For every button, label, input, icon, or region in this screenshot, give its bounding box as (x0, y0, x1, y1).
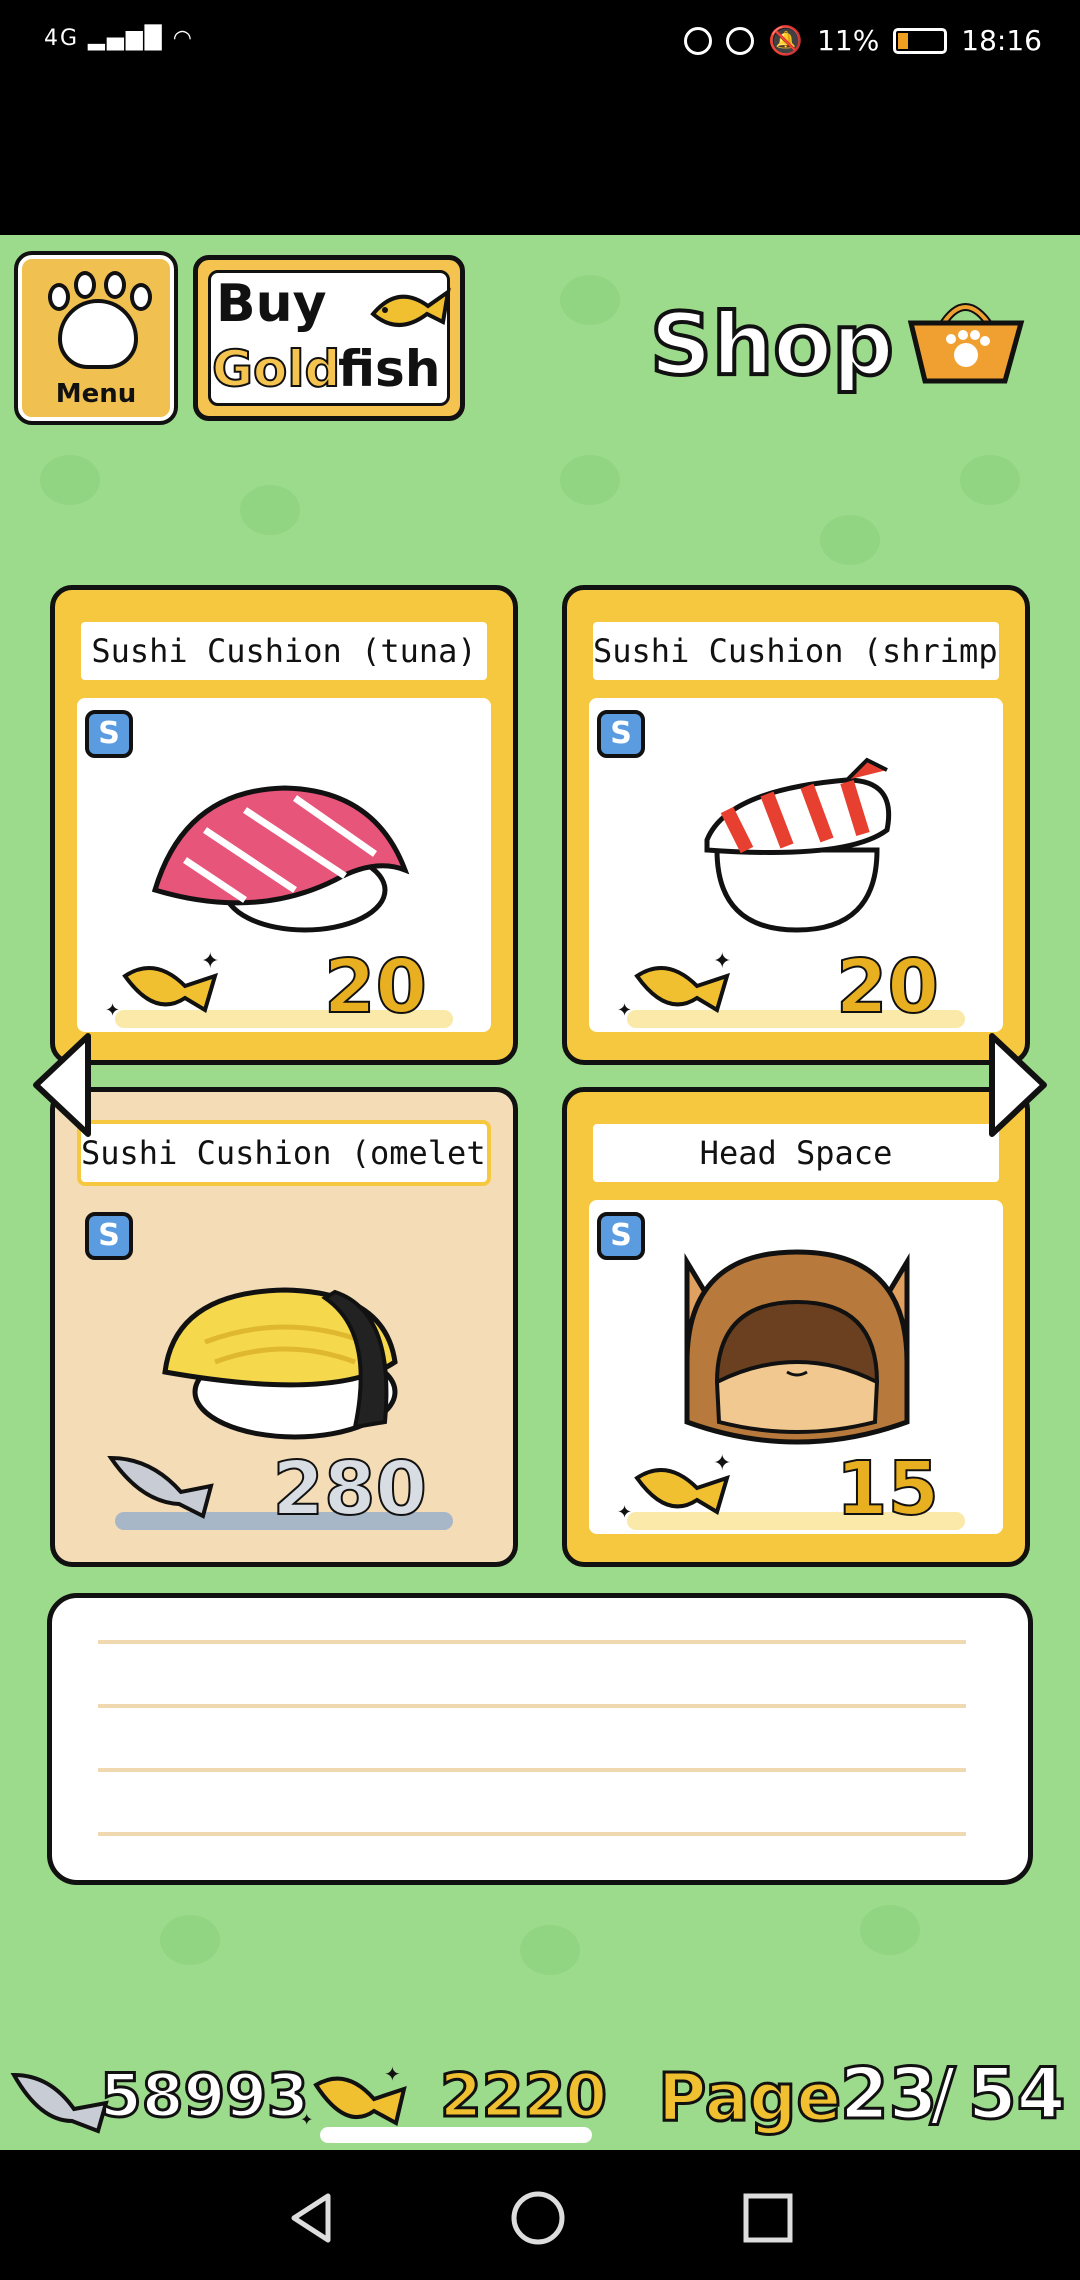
basket-icon (907, 303, 1025, 384)
signal-wifi-icons: 4G ▂▄▆█ ◠ (44, 26, 194, 51)
svg-text:✦: ✦ (300, 2110, 313, 2129)
silver-fish-icon (10, 2072, 109, 2134)
paw-pattern-icon (240, 485, 300, 535)
network-type: 4G (44, 26, 80, 51)
s-badge-icon: S (85, 710, 133, 758)
paw-toe-icon (48, 283, 70, 311)
buy-gold-fish-button[interactable]: Buy Gold fish (193, 255, 465, 421)
eye-icon (684, 26, 713, 55)
gold-fish-icon: ✦ ✦ (105, 949, 219, 1021)
item-description-box (47, 1593, 1033, 1885)
item-price: 15 (835, 1445, 940, 1533)
item-card-tuna[interactable]: Sushi Cushion (tuna) S ✦ ✦ 20 (50, 585, 518, 1065)
head-space-icon (684, 1249, 910, 1445)
s-badge-icon: S (597, 710, 645, 758)
svg-text:✦: ✦ (713, 1451, 731, 1476)
wifi-icon: ◠ (172, 26, 194, 51)
paw-pattern-icon (820, 515, 880, 565)
back-icon[interactable] (282, 2188, 342, 2248)
page-label: Page (656, 2058, 842, 2138)
item-card-head-space[interactable]: Head Space S ✦ ✦ 15 (562, 1087, 1030, 1567)
previous-page-arrow-icon[interactable] (28, 1030, 94, 1140)
shrimp-cushion-icon (704, 757, 892, 933)
svg-text:✦: ✦ (384, 2062, 401, 2086)
paw-pattern-icon (160, 1915, 220, 1965)
svg-text:✦: ✦ (617, 1502, 632, 1523)
clock: 18:16 (961, 24, 1042, 57)
paw-pattern-icon (560, 455, 620, 505)
paw-pattern-icon (960, 455, 1020, 505)
note-line (98, 1832, 966, 1836)
shop-screen: Menu Buy Gold fish Shop Sushi Cushion (t… (0, 235, 1080, 2150)
silver-fish-count: 58993 (99, 2060, 311, 2133)
item-name: Sushi Cushion (tuna) (77, 618, 491, 684)
svg-text:✦: ✦ (201, 949, 219, 974)
system-nav-bar (0, 2150, 1080, 2280)
item-name: Sushi Cushion (shrimp) (589, 618, 1003, 684)
omelet-cushion-icon (162, 1287, 398, 1440)
paw-toe-icon (74, 271, 96, 299)
page-separator: / (929, 2052, 958, 2137)
alarm-icon (726, 26, 755, 55)
tuna-cushion-icon (151, 785, 410, 933)
battery-icon (893, 27, 948, 54)
next-page-arrow-icon[interactable] (986, 1030, 1052, 1140)
note-line (98, 1704, 966, 1708)
battery-percent: 11% (817, 24, 880, 57)
gold-fish-icon (370, 287, 451, 327)
paw-toe-icon (104, 271, 126, 299)
status-bar: 4G ▂▄▆█ ◠ 🔕 11% 18:16 (0, 0, 1080, 235)
paw-pattern-icon (520, 1925, 580, 1975)
buy-label: Buy (216, 274, 327, 334)
paw-pattern-icon (560, 275, 620, 325)
item-price: 20 (835, 943, 940, 1031)
fish-label: fish (338, 340, 441, 398)
item-name: Sushi Cushion (omelet) (77, 1120, 491, 1186)
paw-pattern-icon (40, 455, 100, 505)
svg-text:✦: ✦ (617, 1000, 632, 1021)
item-card-shrimp[interactable]: Sushi Cushion (shrimp) S ✦ ✦ 20 (562, 585, 1030, 1065)
s-badge-icon: S (597, 1212, 645, 1260)
recents-icon[interactable] (738, 2188, 798, 2248)
gold-fish-icon: ✦ ✦ (617, 949, 731, 1021)
menu-label: Menu (55, 379, 137, 409)
s-badge-icon: S (85, 1212, 133, 1260)
gold-fish-icon: ✦ ✦ (617, 1451, 731, 1523)
note-line (98, 1768, 966, 1772)
page-current: 23 (838, 2052, 938, 2137)
signal-icon: ▂▄▆█ (88, 26, 164, 51)
gold-fish-count: 2220 (439, 2060, 609, 2133)
page-title: Shop (648, 293, 896, 397)
item-name: Head Space (589, 1120, 1003, 1186)
paw-pattern-icon (860, 1905, 920, 1955)
item-price: 20 (323, 943, 428, 1031)
svg-text:✦: ✦ (105, 1000, 120, 1021)
gold-fish-icon: ✦ ✦ (300, 2062, 407, 2129)
silver-fish-icon (107, 1455, 214, 1519)
gold-label: Gold (211, 339, 341, 399)
paw-icon (58, 299, 138, 369)
bell-off-icon: 🔕 (768, 24, 804, 57)
status-right: 🔕 11% 18:16 (684, 24, 1042, 57)
item-card-omelet[interactable]: Sushi Cushion (omelet) S 280 (50, 1087, 518, 1567)
note-line (98, 1640, 966, 1644)
paw-toe-icon (130, 283, 152, 311)
svg-text:✦: ✦ (713, 949, 731, 974)
page-total: 54 (966, 2052, 1066, 2137)
menu-button[interactable]: Menu (14, 251, 178, 425)
item-price: 280 (272, 1445, 428, 1533)
home-icon[interactable] (508, 2188, 568, 2248)
